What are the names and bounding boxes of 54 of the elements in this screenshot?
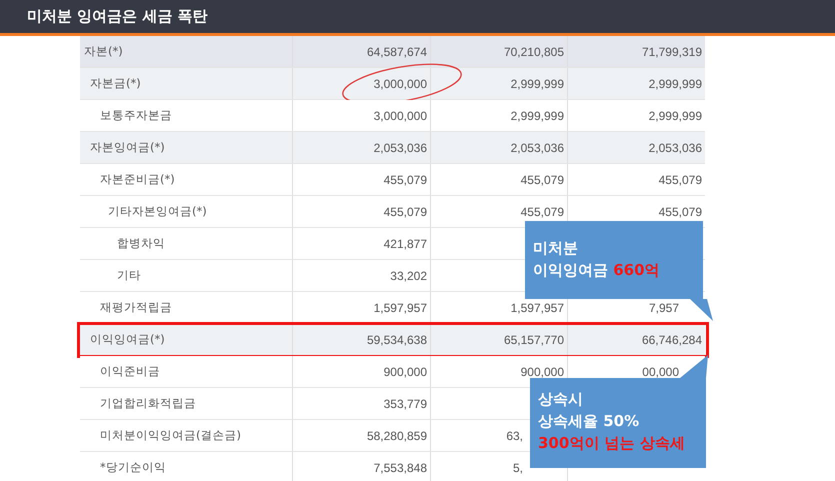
table-cell: 00,000 xyxy=(642,364,679,378)
table-cell: 455,079 xyxy=(384,204,427,218)
table-cell: 455,079 xyxy=(658,172,702,186)
table-cell: 2,999,999 xyxy=(648,108,702,122)
table-cell: 353,779 xyxy=(384,396,427,410)
table-cell-text: 자본(*) xyxy=(83,43,124,60)
table-cell-text: 기타자본잉여금(*) xyxy=(107,203,208,220)
table-cell-text: 미처분이익잉여금(결손금) xyxy=(99,427,242,444)
table-cell: 2,053,036 xyxy=(648,140,702,154)
table-cell: 900,000 xyxy=(384,364,427,378)
table-cell: 2,053,036 xyxy=(510,140,564,154)
table-cell: 2,053,036 xyxy=(374,140,427,154)
table-cell: 455,079 xyxy=(658,204,702,218)
table-cell: 66,746,284 xyxy=(642,332,702,346)
callout-text: 300억이 넘는 상속세 xyxy=(538,433,686,454)
table-cell-text: 자본금(*) xyxy=(89,75,142,92)
table-cell-text: 이익준비금 xyxy=(99,363,161,380)
table-cell-text: 이익잉여금(*) xyxy=(89,331,166,348)
table-cell: 63, xyxy=(506,428,523,442)
table-cell: 2,999,999 xyxy=(510,108,564,122)
table-cell: 33,202 xyxy=(390,268,427,282)
callout-text: 미처분 xyxy=(533,238,579,259)
table-cell: 421,877 xyxy=(384,236,427,250)
table-cell: 2,999,999 xyxy=(510,76,564,90)
slide-title: 미처분 잉여금은 세금 폭탄 xyxy=(27,7,208,26)
table-cell-text: 재평가적립금 xyxy=(99,299,173,316)
table-cell-text: 기업합리화적립금 xyxy=(99,395,197,412)
table-cell: 71,799,319 xyxy=(642,44,702,58)
table-cell: 455,079 xyxy=(520,172,564,186)
table-cell: 7,957 xyxy=(648,300,679,314)
table-cell: 3,000,000 xyxy=(374,108,427,122)
table-cell: 59,534,638 xyxy=(366,332,427,346)
table-cell: 5, xyxy=(512,460,523,474)
table-cell: 900,000 xyxy=(520,364,564,378)
table-cell: 65,157,770 xyxy=(504,332,564,346)
table-cell: 455,079 xyxy=(384,172,427,186)
callout-text: 상속세율 50% xyxy=(538,411,640,432)
table-cell-text: *당기순이익 xyxy=(99,459,167,476)
table-cell: 455,079 xyxy=(520,204,564,218)
callout-text: 상속시 xyxy=(538,389,584,410)
table-cell-text: 보통주자본금 xyxy=(99,107,173,124)
callout-text: 이익잉여금 660억 xyxy=(533,260,661,281)
table-cell: 1,597,957 xyxy=(374,300,427,314)
table-cell: 64,587,674 xyxy=(366,44,427,58)
table-cell: 3,000,000 xyxy=(374,76,427,90)
table-cell: 7,553,848 xyxy=(374,460,427,474)
table-cell-text: 합병차익 xyxy=(116,235,166,252)
table-cell-text: 자본잉여금(*) xyxy=(89,139,166,156)
table-cell: 70,210,805 xyxy=(504,44,564,58)
table-cell: 1,597,957 xyxy=(510,300,564,314)
table-cell-text: 자본준비금(*) xyxy=(99,171,176,188)
table-cell: 2,999,999 xyxy=(648,76,702,90)
table-cell: 58,280,859 xyxy=(366,428,427,442)
table-cell-text: 기타 xyxy=(116,267,142,284)
